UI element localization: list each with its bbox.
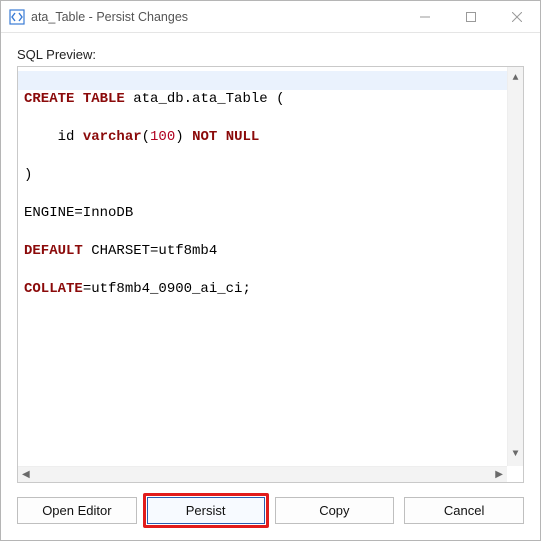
kw-default: DEFAULT — [24, 243, 83, 259]
current-line-highlight — [18, 71, 507, 90]
scroll-up-icon[interactable]: ▲ — [512, 67, 518, 90]
scroll-left-icon[interactable]: ◀ — [22, 469, 30, 480]
dialog-window: ata_Table - Persist Changes SQL Preview:… — [0, 0, 541, 541]
vertical-scrollbar[interactable]: ▲ ▼ — [507, 67, 523, 466]
sql-preview-label: SQL Preview: — [17, 47, 524, 62]
kw-create: CREATE — [24, 91, 74, 107]
horizontal-scrollbar[interactable]: ◀ ▶ — [18, 466, 507, 482]
persist-button-highlight: Persist — [147, 497, 265, 524]
kw-table: TABLE — [83, 91, 125, 107]
kw-collate: COLLATE — [24, 281, 83, 297]
scroll-down-icon[interactable]: ▼ — [512, 443, 518, 466]
persist-button[interactable]: Persist — [147, 497, 265, 524]
scroll-right-icon[interactable]: ▶ — [495, 469, 503, 480]
num-100: 100 — [150, 129, 175, 145]
close-button[interactable] — [494, 1, 540, 32]
sql-preview-box: CREATE TABLE ata_db.ata_Table ( id varch… — [17, 66, 524, 483]
kw-not: NOT — [192, 129, 217, 145]
app-icon — [9, 9, 25, 25]
open-editor-button[interactable]: Open Editor — [17, 497, 137, 524]
window-controls — [402, 1, 540, 32]
sql-code-body[interactable]: CREATE TABLE ata_db.ata_Table ( id varch… — [18, 67, 523, 466]
cancel-button[interactable]: Cancel — [404, 497, 524, 524]
titlebar: ata_Table - Persist Changes — [1, 1, 540, 33]
dialog-content: SQL Preview: CREATE TABLE ata_db.ata_Tab… — [1, 33, 540, 483]
maximize-button[interactable] — [448, 1, 494, 32]
copy-button[interactable]: Copy — [275, 497, 395, 524]
button-row: Open Editor Persist Copy Cancel — [1, 483, 540, 540]
minimize-button[interactable] — [402, 1, 448, 32]
window-title: ata_Table - Persist Changes — [31, 10, 402, 24]
sql-code-text: CREATE TABLE ata_db.ata_Table ( id varch… — [18, 67, 507, 466]
kw-null: NULL — [226, 129, 260, 145]
kw-varchar: varchar — [83, 129, 142, 145]
